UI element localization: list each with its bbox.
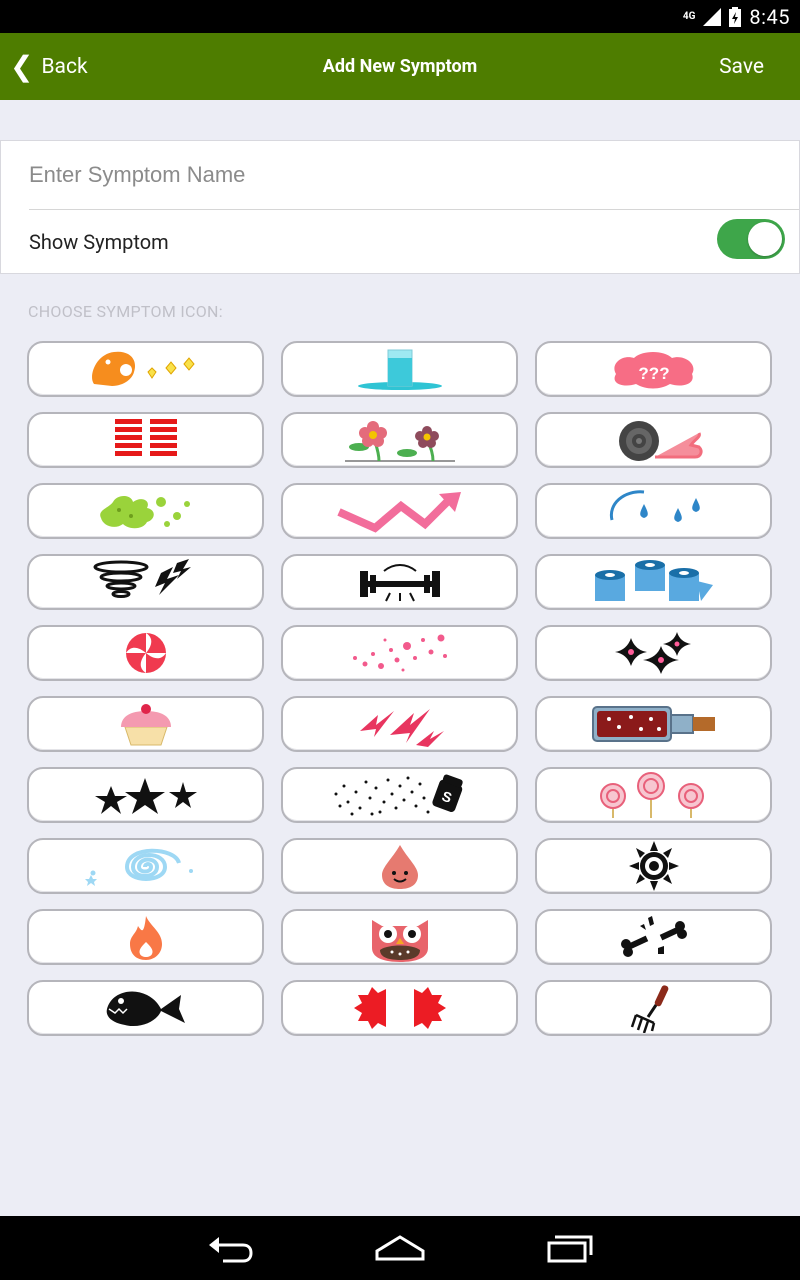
status-indicators: 4G 8:45 (683, 0, 790, 33)
zigzag-arrow-icon (336, 492, 461, 533)
home-icon (375, 1235, 425, 1261)
snail-icon (618, 421, 703, 461)
tornado-lightning-icon (93, 559, 191, 598)
icon-option-toilet-paper[interactable] (535, 554, 772, 610)
nav-back-button[interactable] (190, 1216, 270, 1280)
icon-option-green-splat[interactable] (27, 483, 264, 539)
vomit-icon (91, 351, 195, 386)
brain-confusion-icon: ??? (613, 352, 693, 389)
lollipops-icon (599, 772, 704, 818)
icon-option-pink-lightning[interactable] (281, 696, 518, 752)
icon-option-water-glass[interactable] (281, 341, 518, 397)
back-button[interactable]: ❮ Back (10, 33, 88, 100)
icon-option-sweat-drops[interactable] (535, 483, 772, 539)
cupcake-icon (120, 704, 171, 746)
salt-shaker-icon: S (334, 774, 463, 816)
icon-option-black-stars[interactable] (27, 767, 264, 823)
icon-option-cupcake[interactable] (27, 696, 264, 752)
icon-option-black-sun[interactable] (535, 838, 772, 894)
icon-option-smiling-drop[interactable] (281, 838, 518, 894)
icon-option-vomit[interactable] (27, 341, 264, 397)
app-bar: Add New Symptom ❮ Back Save (0, 33, 800, 100)
sparkle-hearts-icon (614, 632, 691, 674)
black-sun-icon (628, 841, 679, 891)
icon-option-dumbbell[interactable] (281, 554, 518, 610)
smiling-drop-icon (381, 845, 418, 889)
blue-spiral-icon (84, 848, 193, 886)
icon-option-salt-shaker[interactable]: S (281, 767, 518, 823)
status-time: 8:45 (749, 4, 790, 29)
icon-option-snail[interactable] (535, 412, 772, 468)
symptom-icon-grid: ??? S (27, 341, 772, 1036)
icon-option-red-bars[interactable] (27, 412, 264, 468)
icon-option-owl[interactable] (281, 909, 518, 965)
icon-option-zigzag-arrow[interactable] (281, 483, 518, 539)
black-stars-icon (94, 778, 197, 814)
svg-text:???: ??? (638, 364, 669, 383)
flowers-icon (344, 421, 455, 462)
icon-option-black-fish[interactable] (27, 980, 264, 1036)
network-type: 4G (682, 11, 696, 22)
recents-icon (547, 1235, 593, 1263)
red-pinwheel-icon (125, 633, 166, 673)
page-title: Add New Symptom (322, 56, 478, 77)
toilet-paper-icon (594, 560, 713, 601)
symptom-name-input[interactable] (29, 141, 789, 209)
black-fish-icon (106, 991, 185, 1027)
icon-option-lollipops[interactable] (535, 767, 772, 823)
icon-option-blue-spiral[interactable] (27, 838, 264, 894)
toggle-knob (748, 222, 782, 256)
flame-icon (129, 916, 162, 960)
show-symptom-toggle[interactable] (717, 219, 785, 259)
symptom-form: Show Symptom (0, 140, 800, 274)
pink-lightning-icon (359, 709, 444, 747)
show-symptom-label: Show Symptom (29, 229, 169, 254)
bottle-icon (591, 706, 715, 742)
icon-option-bottle[interactable] (535, 696, 772, 752)
green-splat-icon (99, 496, 190, 529)
fork-icon (630, 985, 668, 1033)
icon-option-flame[interactable] (27, 909, 264, 965)
red-bars-icon (114, 419, 177, 456)
signal-icon (703, 7, 722, 26)
back-arrow-icon (209, 1237, 253, 1263)
save-button[interactable]: Save (719, 33, 764, 100)
owl-icon (371, 920, 428, 962)
broken-bone-icon (620, 916, 687, 957)
sweat-drops-icon (609, 490, 700, 522)
dumbbell-icon (359, 564, 440, 602)
back-label: Back (41, 54, 88, 79)
pink-dots-icon (352, 634, 447, 672)
chevron-left-icon: ❮ (10, 49, 34, 83)
water-glass-icon (357, 349, 442, 390)
icon-option-pink-dots[interactable] (281, 625, 518, 681)
red-split-gear-icon (353, 987, 446, 1029)
icon-option-flowers[interactable] (281, 412, 518, 468)
icon-option-fork[interactable] (535, 980, 772, 1036)
nav-recents-button[interactable] (530, 1216, 610, 1280)
icon-option-broken-bone[interactable] (535, 909, 772, 965)
status-bar: 4G 8:45 (0, 0, 800, 33)
icon-option-brain-confusion[interactable]: ??? (535, 341, 772, 397)
icon-option-tornado-lightning[interactable] (27, 554, 264, 610)
section-label: CHOOSE SYMPTOM ICON: (28, 302, 223, 321)
battery-icon (729, 6, 742, 27)
icon-option-red-split-gear[interactable] (281, 980, 518, 1036)
icon-option-red-pinwheel[interactable] (27, 625, 264, 681)
icon-option-sparkle-hearts[interactable] (535, 625, 772, 681)
system-nav-bar (0, 1216, 800, 1280)
nav-home-button[interactable] (360, 1216, 440, 1280)
